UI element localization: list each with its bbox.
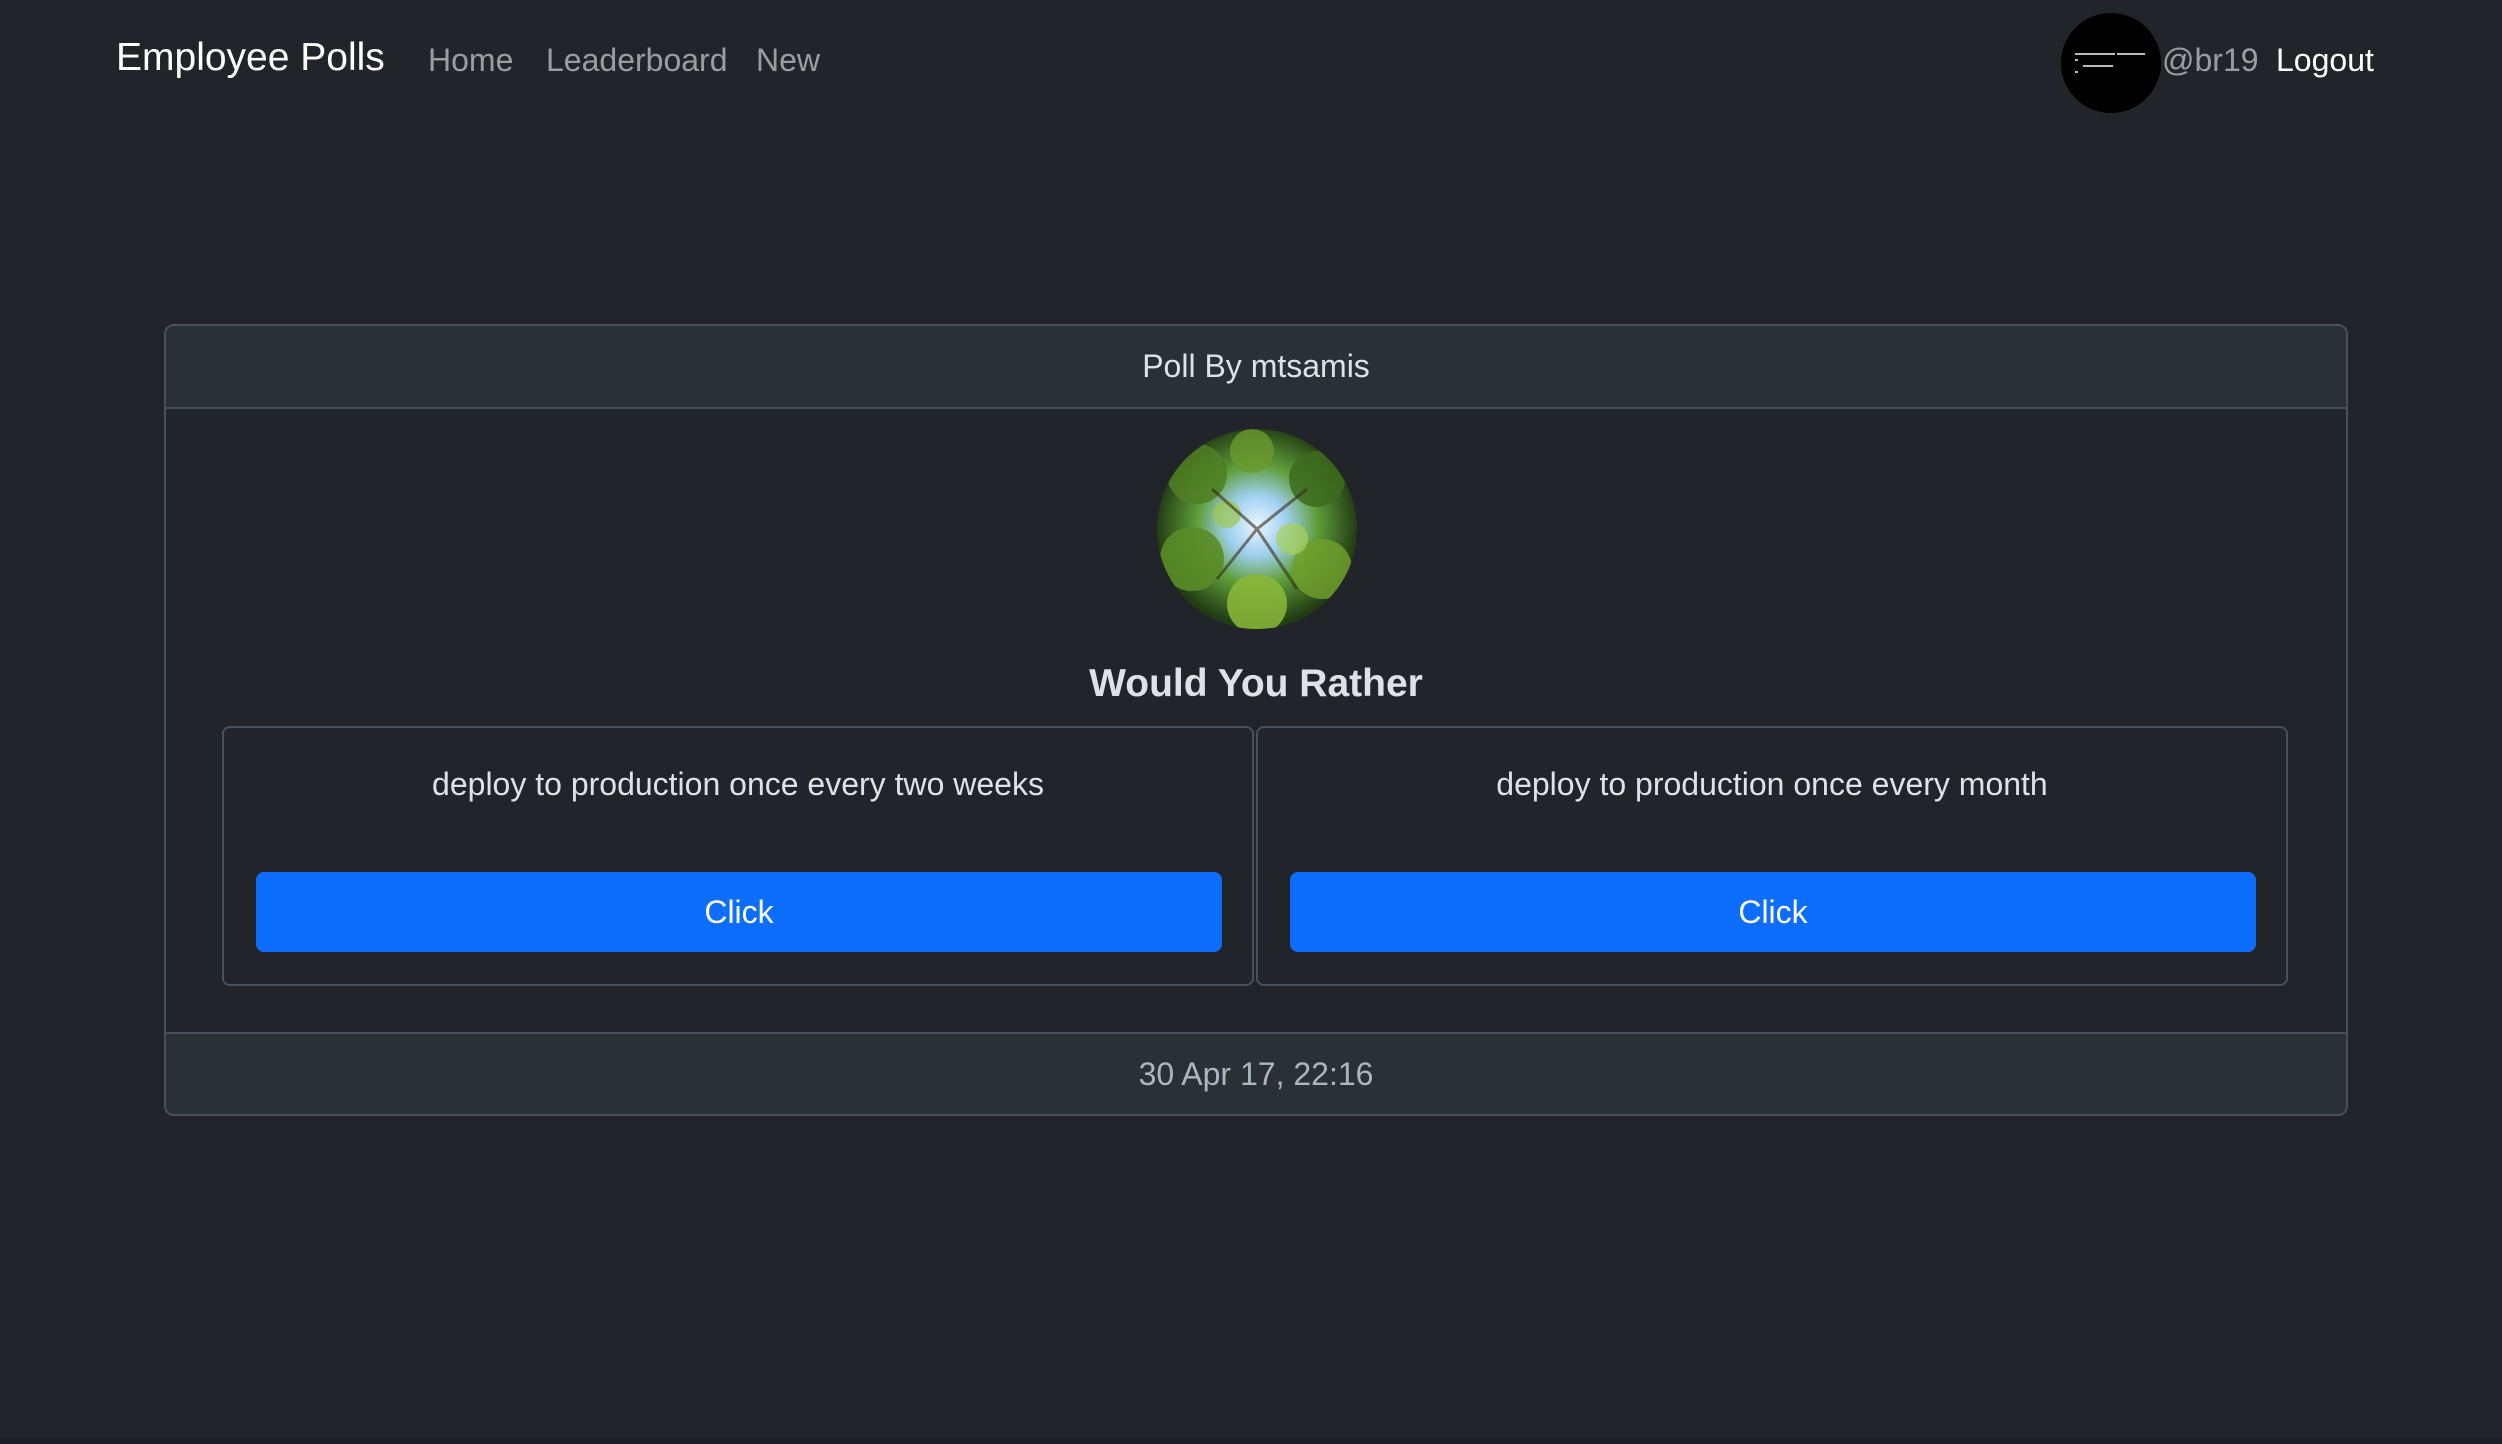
- page-bottom-edge: [0, 1438, 2502, 1444]
- poll-question-title: Would You Rather: [1089, 662, 1423, 705]
- vote-option-one-button[interactable]: Click: [256, 872, 1222, 952]
- nav-link-leaderboard[interactable]: Leaderboard: [546, 42, 727, 79]
- poll-option-one: deploy to production once every two week…: [222, 726, 1254, 986]
- poll-option-two: deploy to production once every month Cl…: [1256, 726, 2288, 986]
- brand-title[interactable]: Employee Polls: [116, 36, 385, 80]
- tree-canopy-avatar: [1157, 429, 1357, 629]
- navbar: Employee Polls Home Leaderboard New @br1…: [0, 0, 2502, 128]
- logout-link[interactable]: Logout: [2276, 42, 2374, 79]
- poll-option-one-text: deploy to production once every two week…: [432, 766, 1044, 802]
- user-avatar: [2061, 13, 2161, 113]
- poll-card: Poll By mtsamis Would You Rather deploy …: [164, 324, 2348, 1116]
- vote-option-two-button[interactable]: Click: [1290, 872, 2256, 952]
- poll-option-two-text: deploy to production once every month: [1496, 766, 2048, 802]
- nav-link-home[interactable]: Home: [428, 42, 513, 79]
- poll-header: Poll By mtsamis: [166, 326, 2346, 409]
- poll-timestamp: 30 Apr 17, 22:16: [166, 1032, 2346, 1114]
- nav-link-new[interactable]: New: [756, 42, 820, 79]
- poll-author-avatar: [1157, 429, 1357, 629]
- user-handle: @br19: [2162, 42, 2259, 78]
- code-avatar-icon: [2061, 13, 2161, 113]
